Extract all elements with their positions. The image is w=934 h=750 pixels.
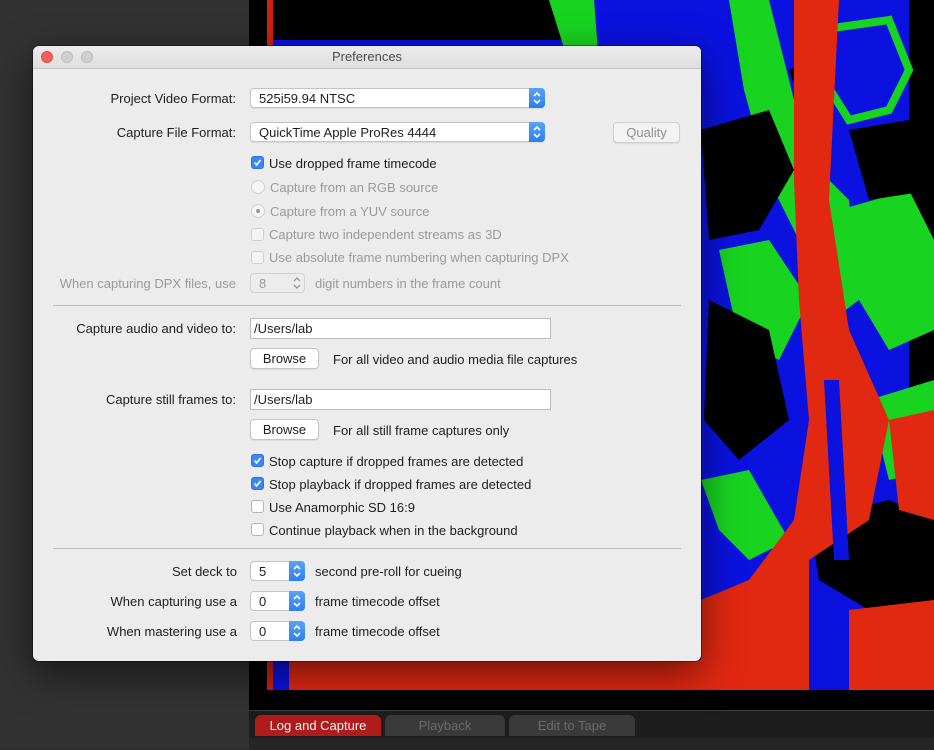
capture-still-label: Capture still frames to:: [105, 392, 236, 407]
dpx-prefix-label: When capturing DPX files, use: [59, 276, 236, 291]
project-video-format-label: Project Video Format:: [110, 91, 236, 106]
checkmark-icon: [253, 457, 262, 465]
capture-still-path-field[interactable]: /Users/lab: [250, 389, 551, 410]
capture-av-browse-button[interactable]: Browse: [250, 348, 319, 369]
popup-arrows-icon: [529, 122, 545, 142]
capture-still-browse-button[interactable]: Browse: [250, 419, 319, 440]
stepper-arrows-icon: [289, 561, 305, 581]
stepper-arrows-icon: [289, 591, 305, 611]
stop-capture-label: Stop capture if dropped frames are detec…: [269, 454, 524, 469]
section-divider: [53, 305, 681, 306]
dpx-digits-stepper[interactable]: 8: [250, 273, 305, 293]
anamorphic-checkbox[interactable]: [251, 500, 264, 513]
tab-edit-to-tape[interactable]: Edit to Tape: [509, 715, 635, 736]
popup-arrows-icon: [529, 88, 545, 108]
background-playback-label: Continue playback when in the background: [269, 523, 518, 538]
streams-3d-checkbox[interactable]: [251, 228, 264, 241]
preroll-suffix: second pre-roll for cueing: [315, 564, 462, 579]
master-offset-label: When mastering use a: [106, 624, 237, 639]
capture-file-format-value: QuickTime Apple ProRes 4444: [259, 125, 437, 140]
preroll-label: Set deck to: [171, 564, 237, 579]
dpx-suffix-label: digit numbers in the frame count: [315, 276, 501, 291]
streams-3d-label: Capture two independent streams as 3D: [269, 227, 502, 242]
anamorphic-label: Use Anamorphic SD 16:9: [269, 500, 415, 515]
capture-file-format-popup[interactable]: QuickTime Apple ProRes 4444: [250, 122, 545, 142]
absolute-numbering-label: Use absolute frame numbering when captur…: [269, 250, 569, 265]
stop-playback-label: Stop playback if dropped frames are dete…: [269, 477, 532, 492]
checkmark-icon: [253, 159, 262, 167]
capture-still-hint: For all still frame captures only: [333, 423, 510, 438]
capture-av-path-field[interactable]: /Users/lab: [250, 318, 551, 339]
capture-av-label: Capture audio and video to:: [76, 321, 236, 336]
capture-offset-stepper[interactable]: 0: [250, 591, 305, 611]
rgb-source-label: Capture from an RGB source: [270, 180, 439, 195]
app-tab-bar: Log and Capture Playback Edit to Tape: [249, 710, 934, 750]
window-title: Preferences: [331, 49, 403, 64]
stepper-arrows-icon: [289, 273, 305, 293]
tab-log-and-capture[interactable]: Log and Capture: [255, 715, 381, 736]
dpx-digits-value: 8: [259, 276, 267, 291]
section-divider: [53, 548, 681, 549]
checkmark-icon: [253, 480, 262, 488]
master-offset-value: 0: [259, 624, 267, 639]
preferences-dialog: Preferences Project Video Format: 525i59…: [33, 46, 701, 661]
master-offset-suffix: frame timecode offset: [315, 624, 440, 639]
background-playback-checkbox[interactable]: [251, 523, 264, 536]
preroll-value: 5: [259, 564, 267, 579]
title-bar[interactable]: Preferences: [33, 46, 701, 69]
yuv-source-radio[interactable]: [251, 204, 265, 218]
project-video-format-value: 525i59.94 NTSC: [259, 91, 356, 106]
capture-av-hint: For all video and audio media file captu…: [333, 352, 578, 367]
preroll-stepper[interactable]: 5: [250, 561, 305, 581]
capture-file-format-label: Capture File Format:: [116, 125, 236, 140]
dropped-frame-timecode-checkbox[interactable]: [251, 156, 264, 169]
rgb-source-radio[interactable]: [251, 180, 265, 194]
project-video-format-popup[interactable]: 525i59.94 NTSC: [250, 88, 545, 108]
dropped-frame-timecode-label: Use dropped frame timecode: [269, 156, 437, 171]
stop-capture-checkbox[interactable]: [251, 454, 264, 467]
master-offset-stepper[interactable]: 0: [250, 621, 305, 641]
capture-offset-suffix: frame timecode offset: [315, 594, 440, 609]
stepper-arrows-icon: [289, 621, 305, 641]
timeline-strip: [249, 738, 934, 750]
capture-offset-label: When capturing use a: [110, 594, 237, 609]
quality-button[interactable]: Quality: [613, 122, 680, 143]
capture-offset-value: 0: [259, 594, 267, 609]
stop-playback-checkbox[interactable]: [251, 477, 264, 490]
absolute-numbering-checkbox[interactable]: [251, 251, 264, 264]
tab-playback[interactable]: Playback: [385, 715, 505, 736]
yuv-source-label: Capture from a YUV source: [270, 204, 430, 219]
